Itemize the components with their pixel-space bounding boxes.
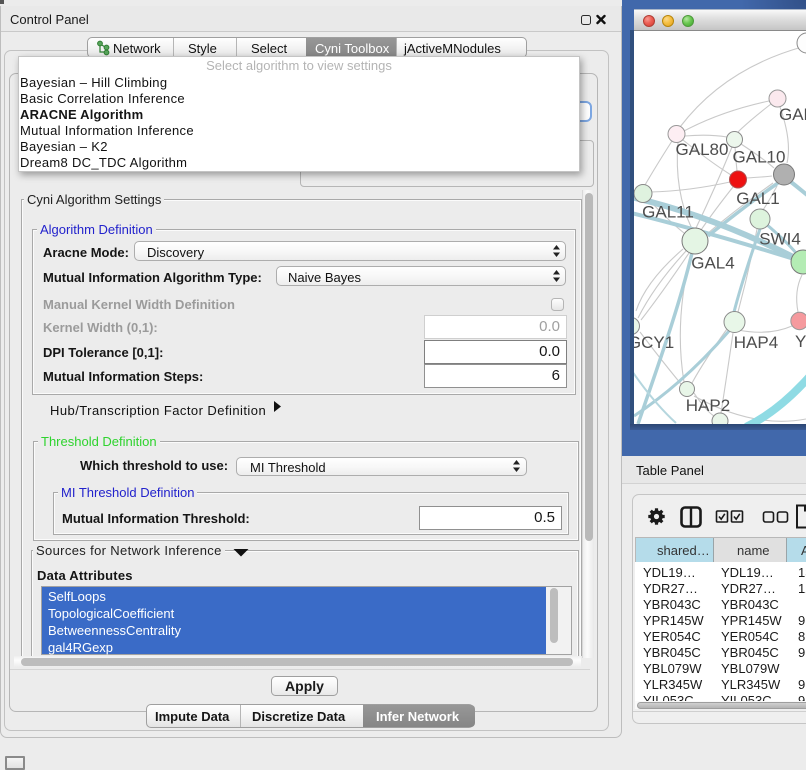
svg-text:GAL4: GAL4 (691, 254, 734, 273)
svg-text:GAL11: GAL11 (642, 203, 694, 222)
svg-text:HAP4: HAP4 (734, 333, 778, 352)
svg-text:GCY1: GCY1 (634, 333, 674, 352)
svg-text:GAL10: GAL10 (733, 148, 786, 167)
svg-text:GAL2: GAL2 (779, 105, 806, 124)
svg-text:HAP2: HAP2 (686, 396, 730, 415)
svg-text:YKL0: YKL0 (795, 332, 806, 351)
svg-text:SWI4: SWI4 (759, 230, 801, 249)
svg-text:GAL80: GAL80 (676, 140, 729, 159)
svg-text:GAL1: GAL1 (736, 189, 779, 208)
